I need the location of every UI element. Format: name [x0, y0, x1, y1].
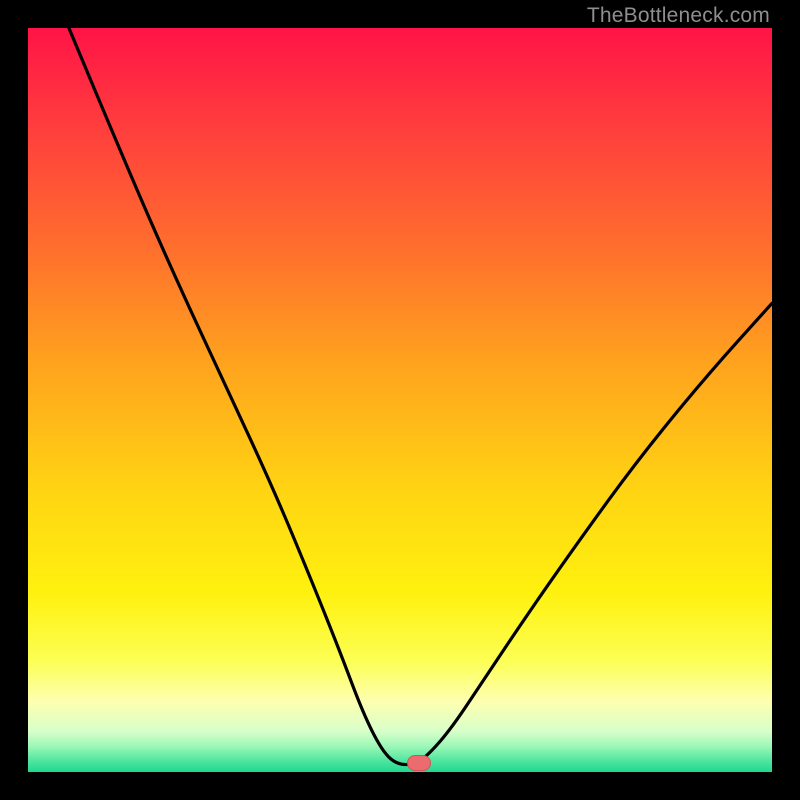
- bottleneck-curve: [69, 28, 772, 765]
- curve-layer: [28, 28, 772, 772]
- optimal-point-marker: [407, 755, 431, 771]
- watermark-text: TheBottleneck.com: [587, 4, 770, 28]
